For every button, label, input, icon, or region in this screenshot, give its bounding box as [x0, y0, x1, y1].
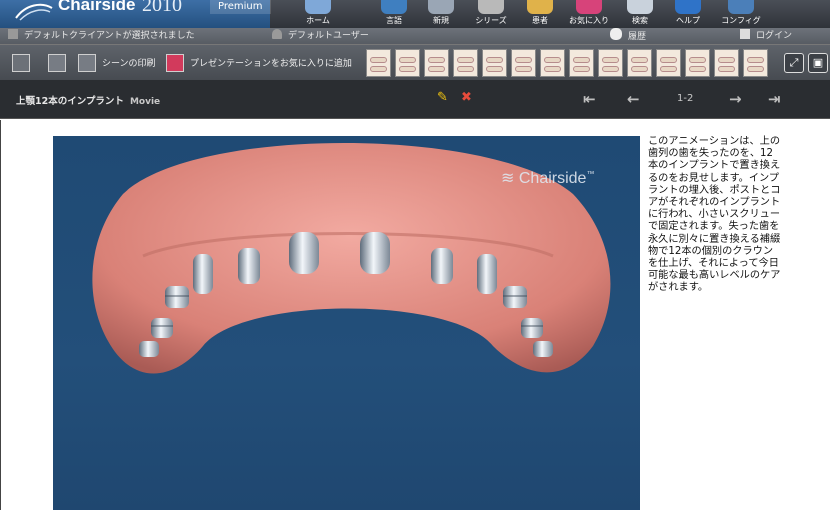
client-icon — [8, 29, 18, 39]
scene-thumbnail-13[interactable] — [714, 49, 739, 77]
language-icon — [381, 0, 407, 14]
nav-favorites-button[interactable]: お気に入り — [566, 0, 612, 28]
prev-page-icon[interactable]: ← — [627, 90, 640, 108]
scene-thumbnail-2[interactable] — [395, 49, 420, 77]
print-icon[interactable] — [78, 54, 96, 72]
nav-config-button[interactable]: コンフィグ — [718, 0, 764, 28]
nav-language-button[interactable]: 言語 — [374, 0, 414, 28]
nav-search-button[interactable]: 検索 — [620, 0, 660, 28]
scene-title-text: 上顎12本のインプラント — [16, 96, 124, 107]
edition-badge: Premium — [210, 0, 271, 14]
history-label: 履歴 — [628, 32, 647, 42]
edit-pencil-icon[interactable]: ✎ — [437, 90, 448, 105]
scene-thumbnail-11[interactable] — [656, 49, 681, 77]
scene-thumbnail-1[interactable] — [366, 49, 391, 77]
nav-home-button[interactable]: ホーム — [298, 0, 338, 28]
clock-icon — [610, 28, 622, 40]
lock-icon — [740, 29, 750, 39]
brand-year: 2010 — [142, 0, 182, 16]
user-icon — [272, 29, 282, 39]
nav-patient-button[interactable]: 患者 — [520, 0, 560, 28]
scene-description: このアニメーションは、上の歯列の歯を失ったのを、12本のインプラントで置き換える… — [648, 136, 781, 294]
favorites-icon — [576, 0, 602, 14]
patient-icon — [527, 0, 553, 14]
scene-thumbnail-3[interactable] — [424, 49, 449, 77]
add-to-favorites-label[interactable]: プレゼンテーションをお気に入りに追加 — [190, 56, 352, 69]
scene-thumbnail-6[interactable] — [511, 49, 536, 77]
nav-help-label: ヘルプ — [676, 16, 700, 25]
nav-patient-label: 患者 — [532, 16, 548, 25]
fullscreen-icon[interactable]: ⤢ — [784, 53, 804, 73]
login-button[interactable]: ログイン — [740, 28, 792, 44]
page-indicator: 1-2 — [677, 93, 694, 104]
nav-home-label: ホーム — [306, 16, 330, 25]
scene-title: 上顎12本のインプラント Movie — [16, 93, 160, 107]
help-icon — [675, 0, 701, 14]
scene-thumbnail-10[interactable] — [627, 49, 652, 77]
watermark-text: Chairside — [518, 170, 587, 187]
nav-search-label: 検索 — [632, 16, 648, 25]
nav-new-label: 新規 — [433, 16, 449, 25]
heart-icon[interactable] — [166, 54, 184, 72]
client-status[interactable]: デフォルトクライアントが選択されました — [8, 28, 195, 44]
user-status-text: デフォルトユーザー — [288, 31, 369, 41]
watermark-logo-icon: ≋ — [501, 170, 519, 187]
scene-thumbnail-12[interactable] — [685, 49, 710, 77]
nav-favorites-label: お気に入り — [569, 16, 609, 25]
animation-viewer[interactable]: ≋ Chairside™ — [53, 136, 640, 510]
scene-type: Movie — [129, 97, 161, 107]
client-status-text: デフォルトクライアントが選択されました — [24, 31, 195, 41]
scene-toolbar: シーンの印刷 プレゼンテーションをお気に入りに追加 ⤢ ▣ — [0, 44, 830, 80]
login-label: ログイン — [756, 31, 793, 41]
scene-title-bar: 上顎12本のインプラント Movie ✎ ✖ ⇤ ← 1-2 → ⇥ — [0, 80, 830, 119]
nav-help-button[interactable]: ヘルプ — [668, 0, 708, 28]
first-page-icon[interactable]: ⇤ — [583, 90, 596, 108]
scene-thumbnail-8[interactable] — [569, 49, 594, 77]
nav-new-button[interactable]: 新規 — [421, 0, 461, 28]
scene-thumbnail-5[interactable] — [482, 49, 507, 77]
app-header: Chairside 2010 Premium ホーム 言語 新規 シリーズ 患者… — [0, 0, 830, 28]
print-scene-label[interactable]: シーンの印刷 — [102, 56, 156, 69]
nav-series-button[interactable]: シリーズ — [471, 0, 511, 28]
scene-thumbnail-14[interactable] — [743, 49, 768, 77]
home-icon — [305, 0, 331, 14]
chairside-watermark: ≋ Chairside™ — [501, 169, 595, 187]
nav-series-label: シリーズ — [475, 16, 507, 25]
status-bar: デフォルトクライアントが選択されました デフォルトユーザー 履歴 ログイン — [0, 28, 830, 44]
search-icon — [627, 0, 653, 14]
present-icon[interactable]: ▣ — [808, 53, 828, 73]
user-status[interactable]: デフォルトユーザー — [272, 28, 369, 44]
scene-content: ≋ Chairside™ このアニメーションは、上の歯列の歯を失ったのを、12本… — [0, 120, 830, 510]
collapse-icon[interactable] — [12, 54, 30, 72]
scene-thumbnail-9[interactable] — [598, 49, 623, 77]
next-page-icon[interactable]: → — [729, 90, 742, 108]
last-page-icon[interactable]: ⇥ — [768, 90, 781, 108]
series-icon — [478, 0, 504, 14]
chairside-logo-icon — [15, 3, 53, 21]
brand-name: Chairside — [58, 0, 136, 14]
new-icon — [428, 0, 454, 14]
config-icon — [728, 0, 754, 14]
brand-area: Chairside 2010 Premium — [0, 0, 271, 28]
history-button[interactable]: 履歴 — [610, 28, 646, 45]
nav-language-label: 言語 — [386, 16, 402, 25]
delete-x-icon[interactable]: ✖ — [461, 90, 472, 105]
nav-config-label: コンフィグ — [721, 16, 761, 25]
scene-thumbnail-7[interactable] — [540, 49, 565, 77]
scene-thumbnail-4[interactable] — [453, 49, 478, 77]
upper-jaw-implant-render — [92, 143, 611, 374]
info-icon[interactable] — [48, 54, 66, 72]
